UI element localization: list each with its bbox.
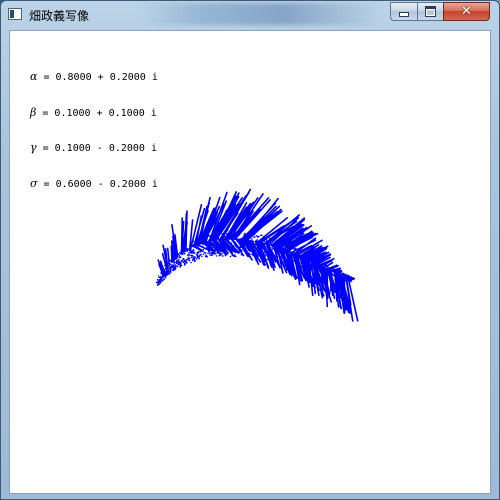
maximize-button[interactable] xyxy=(417,2,443,21)
title-bar-glass xyxy=(141,3,381,25)
param-sign: - xyxy=(90,143,109,154)
fractal-point xyxy=(164,271,166,273)
param-symbol: σ xyxy=(30,176,38,190)
param-real: 0.6000 xyxy=(55,178,92,190)
fractal-point xyxy=(159,283,161,284)
param-row-beta: β = 0.1000 + 0.1000 i xyxy=(30,106,158,120)
param-symbol: γ xyxy=(30,141,37,154)
param-real: 0.1000 xyxy=(54,107,91,119)
param-row-alpha: α = 0.8000 + 0.2000 i xyxy=(30,71,158,84)
fractal-point xyxy=(157,280,159,282)
fractal-point xyxy=(166,269,168,271)
fractal-point xyxy=(170,268,171,270)
fractal-point xyxy=(172,260,174,262)
fractal-point xyxy=(158,279,160,281)
fractal-point xyxy=(157,275,159,277)
fractal-point xyxy=(162,273,164,275)
param-equals: = xyxy=(36,107,55,119)
param-row-sigma: σ = 0.6000 - 0.2000 i xyxy=(30,176,158,191)
fractal-point xyxy=(173,263,175,265)
fractal-point xyxy=(171,266,172,268)
maximize-icon xyxy=(425,6,436,17)
fractal-point xyxy=(161,277,163,279)
param-unit: i xyxy=(145,72,158,83)
fractal-point xyxy=(162,269,164,271)
parameter-list: α = 0.8000 + 0.2000 i β = 0.1000 + 0.100… xyxy=(30,48,158,213)
param-equals: = xyxy=(37,72,56,83)
window-title: 畑政義写像 xyxy=(29,9,90,23)
fractal-point xyxy=(157,281,159,283)
param-sign: - xyxy=(91,178,110,190)
fractal-point xyxy=(168,268,170,270)
param-sign: + xyxy=(91,72,110,83)
drawing-area: α = 0.8000 + 0.2000 i β = 0.1000 + 0.100… xyxy=(9,30,491,494)
fractal-point xyxy=(160,281,162,283)
fractal-point xyxy=(160,275,162,277)
fractal-point xyxy=(166,263,168,265)
fractal-point xyxy=(160,276,162,278)
param-real: 0.1000 xyxy=(54,143,91,154)
fractal-point xyxy=(159,281,161,283)
minimize-icon xyxy=(399,12,409,17)
fractal-point xyxy=(166,268,168,269)
app-icon[interactable] xyxy=(8,8,22,20)
param-imag: 0.2000 xyxy=(109,72,146,83)
fractal-point xyxy=(169,266,171,268)
fractal-points xyxy=(156,188,359,322)
minimize-button[interactable] xyxy=(390,2,417,21)
param-unit: i xyxy=(145,178,158,190)
title-bar[interactable]: 畑政義写像 ✕ xyxy=(1,1,499,29)
fractal-point xyxy=(170,260,172,262)
param-real: 0.8000 xyxy=(55,72,92,83)
fractal-point xyxy=(159,280,161,282)
param-unit: i xyxy=(144,143,157,154)
fractal-point xyxy=(171,263,173,265)
fractal-point xyxy=(157,284,159,286)
param-imag: 0.1000 xyxy=(108,107,145,119)
param-equals: = xyxy=(36,143,55,154)
fractal-point xyxy=(162,272,164,274)
fractal-point xyxy=(160,280,162,282)
fractal-point xyxy=(163,275,165,277)
fractal-point xyxy=(157,279,158,280)
param-equals: = xyxy=(37,178,56,190)
param-sign: + xyxy=(90,107,109,119)
fractal-point xyxy=(167,266,169,268)
fractal-point xyxy=(163,272,165,274)
param-row-gamma: γ = 0.1000 - 0.2000 i xyxy=(30,142,158,155)
param-imag: 0.2000 xyxy=(108,143,145,154)
close-button[interactable]: ✕ xyxy=(443,2,490,21)
param-unit: i xyxy=(144,107,157,119)
fractal-point xyxy=(171,259,173,261)
param-imag: 0.2000 xyxy=(109,178,146,190)
fractal-point xyxy=(169,264,170,266)
fractal-point xyxy=(172,264,174,266)
close-icon: ✕ xyxy=(461,4,472,19)
fractal-point xyxy=(165,271,167,273)
fractal-point xyxy=(160,272,162,274)
app-window: 畑政義写像 ✕ α = 0.8000 + 0.2000 i β = 0.1000… xyxy=(0,0,500,500)
